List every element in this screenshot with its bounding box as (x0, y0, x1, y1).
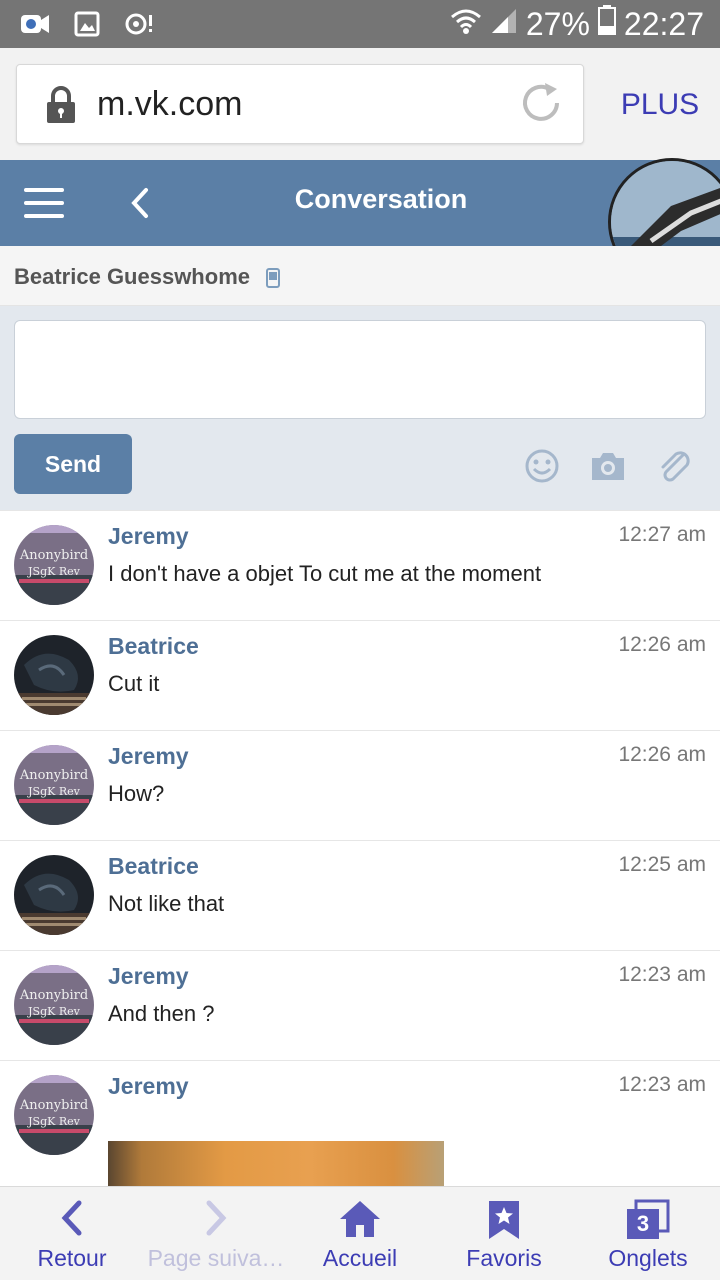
nav-forward-label: Page suiva… (147, 1245, 285, 1271)
avatar-jeremy[interactable]: Anonybird JSgK Rev (14, 1075, 94, 1155)
wifi-icon (450, 6, 482, 43)
message-author[interactable]: Jeremy (108, 743, 189, 770)
mobile-icon (266, 268, 280, 293)
avatar-jeremy-text1: Anonybird (19, 548, 88, 563)
browser-toolbar: m.vk.com PLUS (0, 48, 720, 160)
battery-percent: 27% (525, 5, 590, 42)
nav-forward-button[interactable]: Page suiva… (144, 1187, 288, 1280)
message-item[interactable]: Anonybird JSgK Rev Jeremy 12:26 am How? (0, 730, 720, 840)
clock: 22:27 (623, 5, 704, 42)
message-item[interactable]: Anonybird JSgK Rev Jeremy 12:27 am I don'… (0, 510, 720, 620)
nav-favorites-button[interactable]: Favoris (432, 1187, 576, 1280)
avatar-jeremy-text1: Anonybird (19, 988, 88, 1003)
message-item[interactable]: Beatrice 12:25 am Not like that (0, 840, 720, 950)
message-author[interactable]: Beatrice (108, 853, 199, 880)
message-author[interactable]: Beatrice (108, 633, 199, 660)
nav-tabs-button[interactable]: 3 Onglets (576, 1187, 720, 1280)
reload-icon[interactable] (519, 81, 563, 130)
avatar-jeremy[interactable]: Anonybird JSgK Rev (14, 525, 94, 605)
message-author[interactable]: Jeremy (108, 1073, 189, 1100)
chevron-left-icon (59, 1199, 85, 1242)
signal-icon (490, 6, 518, 43)
message-photo[interactable] (108, 1141, 444, 1186)
bookmark-star-icon (486, 1199, 522, 1246)
tabs-icon: 3 (624, 1199, 672, 1241)
battery-icon (597, 5, 616, 43)
message-input[interactable] (14, 320, 706, 419)
nav-back-button[interactable]: Retour (0, 1187, 144, 1280)
url-text: m.vk.com (97, 85, 243, 123)
lock-icon (45, 85, 77, 130)
home-icon (338, 1199, 382, 1244)
message-list: Anonybird JSgK Rev Jeremy 12:27 am I don'… (0, 510, 720, 1186)
nav-tabs-label: Onglets (608, 1245, 688, 1271)
message-text: How? (108, 781, 165, 806)
avatar-jeremy-text2: JSgK Rev (27, 785, 80, 798)
avatar-jeremy-text1: Anonybird (19, 1098, 88, 1113)
message-time: 12:26 am (618, 743, 706, 766)
message-item[interactable]: Anonybird JSgK Rev Jeremy 12:23 am (0, 1060, 720, 1186)
avatar-jeremy[interactable]: Anonybird JSgK Rev (14, 965, 94, 1045)
message-text: Not like that (108, 891, 225, 916)
chevron-right-icon (203, 1199, 229, 1242)
send-button[interactable]: Send (14, 434, 132, 494)
message-author[interactable]: Jeremy (108, 963, 189, 990)
message-time: 12:26 am (618, 633, 706, 656)
message-time: 12:23 am (618, 1073, 706, 1096)
nav-home-label: Accueil (322, 1245, 398, 1271)
browser-bottom-nav: Retour Page suiva… Accueil Favoris 3 Ong… (0, 1186, 720, 1280)
avatar-beatrice[interactable] (14, 855, 94, 935)
message-item[interactable]: Anonybird JSgK Rev Jeremy 12:23 am And th… (0, 950, 720, 1060)
attach-icon[interactable] (656, 448, 692, 489)
avatar-jeremy-text2: JSgK Rev (27, 1115, 80, 1128)
video-call-icon (18, 7, 52, 41)
message-text: Cut it (108, 671, 160, 696)
address-bar[interactable]: m.vk.com (16, 64, 584, 144)
message-time: 12:25 am (618, 853, 706, 876)
message-time: 12:23 am (618, 963, 706, 986)
emoji-icon[interactable] (524, 448, 560, 489)
message-text: I don't have a objet To cut me at the mo… (108, 561, 542, 586)
camera-icon[interactable] (588, 448, 628, 489)
message-time: 12:27 am (618, 523, 706, 546)
avatar-jeremy-text2: JSgK Rev (27, 565, 80, 578)
tabs-count: 3 (636, 1211, 650, 1236)
message-item[interactable]: Beatrice 12:26 am Cut it (0, 620, 720, 730)
compose-area: Send (0, 306, 720, 510)
avatar-beatrice[interactable] (14, 635, 94, 715)
avatar-jeremy[interactable]: Anonybird JSgK Rev (14, 745, 94, 825)
message-text: And then ? (108, 1001, 215, 1026)
status-bar: 27% 22:27 (0, 0, 720, 48)
cast-alert-icon (122, 7, 156, 41)
plus-menu-button[interactable]: PLUS (600, 88, 720, 122)
nav-home-button[interactable]: Accueil (288, 1187, 432, 1280)
conversation-peer-bar: Beatrice Guesswhome (0, 246, 720, 306)
avatar-jeremy-text1: Anonybird (19, 768, 88, 783)
peer-name[interactable]: Beatrice Guesswhome (14, 264, 250, 290)
nav-back-label: Retour (37, 1245, 107, 1271)
gallery-icon (70, 7, 104, 41)
nav-favorites-label: Favoris (466, 1245, 542, 1271)
message-author[interactable]: Jeremy (108, 523, 189, 550)
avatar-jeremy-text2: JSgK Rev (27, 1005, 80, 1018)
